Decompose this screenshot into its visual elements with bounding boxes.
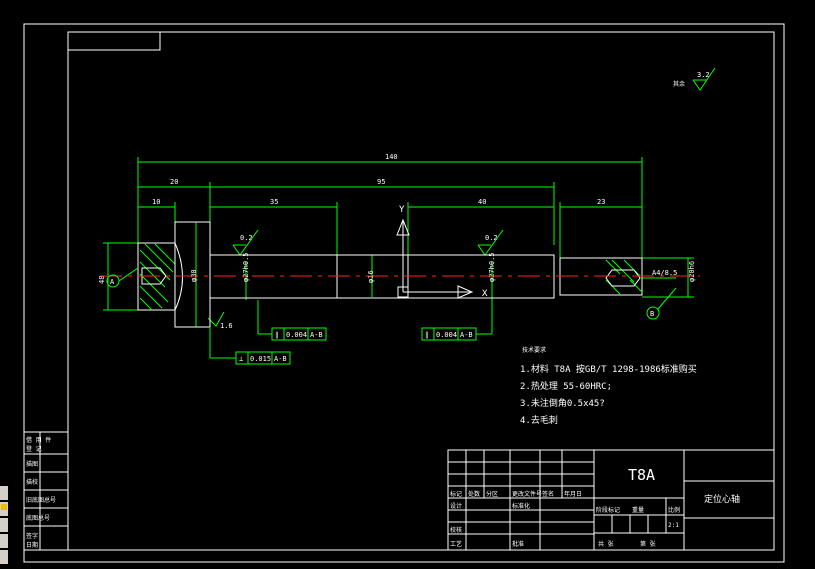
- tol2-datum: A-B: [274, 355, 287, 363]
- note-1: 1.材料 T8A 按GB/T 1298-1986标准购买: [520, 363, 697, 375]
- tb-mark: 标记: [450, 490, 462, 498]
- left-toolbar-strip[interactable]: [0, 486, 8, 564]
- side-r6: 底图总号: [26, 514, 50, 522]
- tb-approve: 批准: [512, 540, 524, 548]
- tb-date: 年月日: [564, 490, 582, 498]
- tb-design: 设计: [450, 502, 462, 510]
- ucs-icon: Y X: [396, 205, 488, 299]
- tol1-symbol: ∥: [275, 331, 279, 339]
- inner-frame: [67, 31, 775, 551]
- tol2-symbol: ⊥: [239, 355, 243, 363]
- tb-sheets: 共 张: [598, 540, 614, 548]
- side-block: 借 用 件 登 记 描图 描校 旧底图总号 底图总号 签字 日期: [23, 431, 69, 551]
- tol3-symbol: ∥: [425, 331, 429, 339]
- dim-overall: 140: [385, 153, 398, 161]
- ucs-y-label: Y: [399, 205, 405, 215]
- side-r4: 描校: [26, 478, 38, 486]
- tb-stage: 阶段标记: [596, 506, 620, 514]
- tb-check: 校核: [450, 526, 462, 534]
- technical-notes: 技术要求 1.材料 T8A 按GB/T 1298-1986标准购买 2.热处理 …: [520, 346, 697, 426]
- dimension-lines: 140 20 95 10 35 40 23 48 φ30 φ16 φ27h0.5…: [98, 153, 696, 327]
- tol3-datum: A-B: [460, 331, 473, 339]
- dim-d20: φ20h6: [688, 261, 696, 282]
- notes-title: 技术要求: [522, 346, 546, 354]
- material-title: T8A: [628, 466, 655, 484]
- note-3: 3.未注倒角0.5x45?: [520, 397, 605, 409]
- tb-sign: 签名: [542, 490, 554, 498]
- roughness-marks: 0.2 0.2 1.6: [207, 229, 504, 330]
- tb-zone: 分区: [486, 490, 498, 498]
- dim-23: 23: [597, 198, 605, 206]
- tol2-value: 0.015: [250, 355, 271, 363]
- dim-20: 20: [170, 178, 178, 186]
- tb-change-no: 更改文件号: [512, 490, 542, 498]
- side-r1: 借 用 件: [26, 436, 51, 444]
- side-r8: 日期: [26, 541, 38, 549]
- title-block: T8A 定位心轴 2:1 标记 处数 分区 更改文件号 签名 年月日 设计 标准…: [447, 449, 775, 551]
- tol1-datum: A-B: [310, 331, 323, 339]
- scale-value: 2:1: [668, 522, 679, 529]
- tb-standard: 标准化: [512, 502, 530, 510]
- side-r5: 旧底图总号: [26, 496, 56, 504]
- tolerance-frame-1: ∥ 0.004 A-B: [257, 300, 327, 341]
- dim-40: 40: [478, 198, 486, 206]
- datum-b: B: [650, 310, 654, 318]
- dim-95: 95: [377, 178, 385, 186]
- side-r3: 描图: [26, 460, 38, 468]
- cad-drawing-canvas[interactable]: 其余 3.2 140 20 95 10 35 40 23 48 φ30 φ16 …: [0, 0, 815, 569]
- dim-d27-left: φ27h0.5: [242, 252, 250, 282]
- tb-ratio: 比例: [668, 506, 680, 514]
- roughness-small: 1.6: [220, 322, 233, 330]
- datum-a: A: [110, 278, 115, 286]
- dim-10: 10: [152, 198, 160, 206]
- ucs-x-label: X: [482, 289, 488, 299]
- note-2: 2.热处理 55-60HRC;: [520, 380, 612, 392]
- tb-weight: 重量: [632, 506, 644, 514]
- dim-d16: φ16: [367, 270, 375, 283]
- tol1-value: 0.004: [286, 331, 307, 339]
- roughness-note: 其余 3.2: [673, 67, 716, 91]
- part-name: 定位心轴: [704, 493, 740, 505]
- roughness-note-label: 其余: [673, 80, 685, 88]
- dim-d27-right: φ27h0.5: [488, 252, 496, 282]
- hatch-right: [605, 259, 643, 295]
- dim-48: 48: [98, 276, 106, 284]
- hatch-left: [139, 243, 176, 311]
- note-4: 4.去毛刺: [520, 414, 558, 426]
- tol3-value: 0.004: [436, 331, 457, 339]
- tb-count: 处数: [468, 490, 480, 498]
- tb-sheet: 第 张: [640, 540, 656, 548]
- dim-35: 35: [270, 198, 278, 206]
- tolerance-frame-3: ∥ 0.004 A-B: [421, 300, 493, 341]
- side-r2: 登 记: [26, 445, 42, 453]
- corner-box: [67, 31, 161, 51]
- tb-process: 工艺: [450, 540, 462, 548]
- side-r7: 签字: [26, 532, 38, 540]
